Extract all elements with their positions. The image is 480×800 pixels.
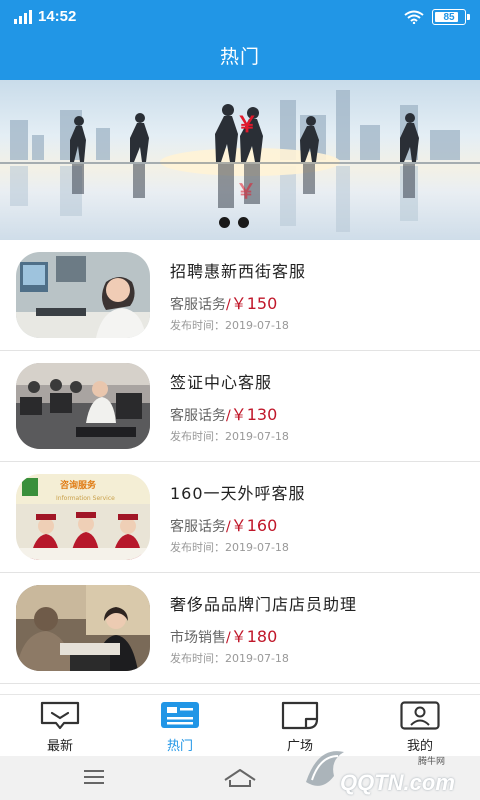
banner-carousel[interactable]: ￥ ￥ — [0, 80, 480, 240]
svg-text:￥: ￥ — [236, 113, 258, 138]
job-meta: 市场销售/￥180 — [170, 623, 277, 647]
banner-image: ￥ ￥ — [0, 90, 480, 232]
tab-latest[interactable]: 最新 — [0, 695, 120, 757]
job-list-item[interactable]: 咨询服务 Information Service 160一天外呼客服 客服话务/… — [0, 462, 480, 573]
job-list-item[interactable]: 签证中心客服 客服话务/￥130 发布时间：2019-07-18 — [0, 351, 480, 462]
battery-icon: 85 — [432, 9, 470, 25]
job-title: 160一天外呼客服 — [170, 484, 306, 503]
status-time: 14:52 — [38, 8, 77, 25]
job-thumbnail — [16, 585, 150, 671]
job-thumbnail — [16, 252, 150, 338]
thumb-sign-subtext: Information Service — [56, 495, 115, 502]
job-category: 客服话务 — [170, 519, 226, 535]
wifi-icon — [404, 10, 424, 24]
job-category: 市场销售 — [170, 630, 226, 646]
menu-icon[interactable] — [84, 770, 104, 784]
news-icon — [161, 702, 199, 728]
job-date: 发布时间：2019-07-18 — [170, 652, 289, 665]
job-category: 客服话务 — [170, 297, 226, 313]
carousel-dot[interactable] — [219, 217, 230, 228]
carousel-dot[interactable] — [238, 217, 249, 228]
job-list: 招聘惠新西街客服 客服话务/￥150 发布时间：2019-07-18 签证中心客… — [0, 240, 480, 684]
job-title: 奢侈品品牌门店店员助理 — [170, 595, 358, 614]
job-category: 客服话务 — [170, 408, 226, 424]
battery-level: 85 — [443, 11, 455, 23]
job-date: 发布时间：2019-07-18 — [170, 541, 289, 554]
job-date: 发布时间：2019-07-18 — [170, 430, 289, 443]
job-thumbnail — [16, 363, 150, 449]
job-title: 签证中心客服 — [170, 373, 273, 392]
status-left: 14:52 — [14, 8, 76, 25]
job-meta: 客服话务/￥160 — [170, 512, 277, 536]
tab-label: 最新 — [46, 739, 73, 754]
home-icon[interactable] — [223, 768, 257, 788]
status-right: 85 — [404, 9, 470, 25]
page-title: 热门 — [0, 34, 480, 80]
job-list-item[interactable]: 奢侈品品牌门店店员助理 市场销售/￥180 发布时间：2019-07-18 — [0, 573, 480, 684]
job-title: 招聘惠新西街客服 — [170, 262, 307, 281]
job-price: ￥160 — [230, 516, 278, 535]
carousel-indicator — [219, 217, 249, 228]
status-bar: 14:52 85 — [0, 0, 480, 34]
tab-label: 热门 — [166, 739, 193, 754]
job-meta: 客服话务/￥150 — [170, 290, 277, 314]
profile-icon — [400, 701, 440, 730]
job-thumbnail: 咨询服务 Information Service — [16, 474, 150, 560]
job-meta: 客服话务/￥130 — [170, 401, 277, 425]
job-price: ￥150 — [230, 294, 278, 313]
job-price: ￥130 — [230, 405, 278, 424]
job-list-item[interactable]: 招聘惠新西街客服 客服话务/￥150 发布时间：2019-07-18 — [0, 240, 480, 351]
watermark-text: QQTN.com — [340, 770, 455, 795]
job-date: 发布时间：2019-07-18 — [170, 319, 289, 332]
message-icon — [40, 701, 80, 730]
watermark-subtext: 腾牛网 — [418, 757, 446, 767]
job-price: ￥180 — [230, 627, 278, 646]
square-icon — [281, 701, 319, 730]
thumb-sign-text: 咨询服务 — [60, 479, 97, 491]
signal-icon — [14, 9, 32, 24]
tab-hot[interactable]: 热门 — [120, 695, 240, 757]
svg-text:￥: ￥ — [236, 179, 256, 203]
